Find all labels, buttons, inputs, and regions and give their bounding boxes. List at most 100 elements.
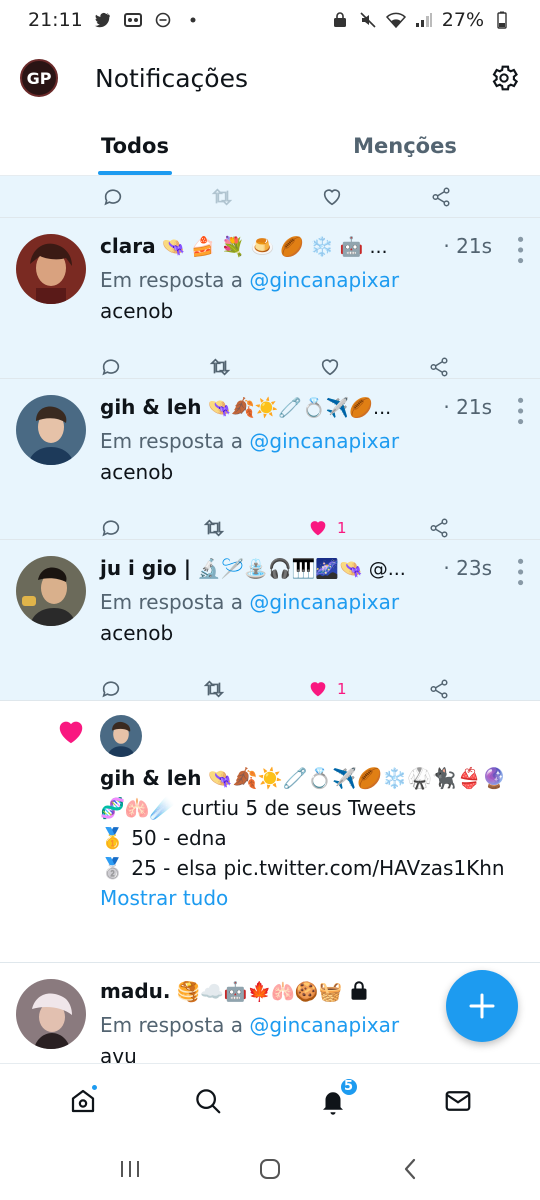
reply-context: Em resposta a @gincanapixar xyxy=(100,264,520,296)
reply-icon xyxy=(104,188,122,205)
like-button[interactable]: 1 xyxy=(307,517,347,539)
search-icon xyxy=(195,1088,220,1113)
share-button[interactable] xyxy=(428,517,450,539)
reply-handle-link[interactable]: @gincanapixar xyxy=(249,268,399,292)
plus-icon xyxy=(469,993,495,1019)
liked-tweet-line: 🥇 50 - edna xyxy=(100,826,227,850)
bird-notification-icon xyxy=(93,10,113,30)
status-bar: 21:11 27% xyxy=(0,0,540,40)
recent-apps-button[interactable] xyxy=(110,1149,150,1189)
reply-handle-link[interactable]: @gincanapixar xyxy=(249,1013,399,1037)
retweet-icon xyxy=(212,187,233,206)
reply-icon xyxy=(102,520,120,537)
reply-button[interactable] xyxy=(100,356,122,378)
more-notifications-dot-icon xyxy=(183,10,203,30)
system-navigation-bar xyxy=(0,1137,540,1200)
tweet-item[interactable]: ju i gio | 🔬🪡⛲🎧🎹🌌👒 @... · 23s ••• Em res… xyxy=(0,540,540,701)
notification-tabs: Todos Menções xyxy=(0,116,540,176)
user-avatar[interactable] xyxy=(16,556,86,626)
tweet-text: acenob xyxy=(100,460,174,484)
reply-context: Em resposta a @gincanapixar xyxy=(100,586,520,618)
retweet-button[interactable] xyxy=(203,517,225,539)
wifi-icon xyxy=(385,10,406,30)
profile-avatar[interactable]: GP xyxy=(20,59,58,97)
reply-prefix: Em resposta a xyxy=(100,268,244,292)
retweet-icon xyxy=(204,680,225,698)
reply-icon xyxy=(102,681,120,698)
reply-prefix: Em resposta a xyxy=(100,590,244,614)
more-options-icon[interactable]: ••• xyxy=(509,556,530,588)
user-avatar[interactable] xyxy=(16,979,86,1049)
retweet-button[interactable] xyxy=(203,678,225,700)
user-name[interactable]: gih & leh xyxy=(100,395,201,419)
like-count: 1 xyxy=(336,680,347,698)
home-square-icon xyxy=(260,1158,280,1179)
heart-filled-icon xyxy=(310,521,326,536)
like-button[interactable] xyxy=(321,186,343,208)
reply-button[interactable] xyxy=(100,517,122,539)
notification-action-text: curtiu 5 de seus Tweets xyxy=(181,796,417,820)
do-not-disturb-icon xyxy=(153,10,173,30)
tweet-actions xyxy=(102,181,452,213)
more-options-icon[interactable]: ••• xyxy=(509,395,530,427)
signal-icon xyxy=(414,10,434,30)
reply-handle-link[interactable]: @gincanapixar xyxy=(249,429,399,453)
user-name-emoji: 🥞☁️🤖🍁🫁🍪🧺 xyxy=(176,980,343,1003)
nav-home[interactable] xyxy=(63,1081,103,1121)
user-name[interactable]: clara xyxy=(100,234,156,258)
tweet-time: · 21s xyxy=(443,395,492,419)
nav-search[interactable] xyxy=(188,1081,228,1121)
tab-todos[interactable]: Todos xyxy=(0,116,270,175)
show-all-link[interactable]: Mostrar tudo xyxy=(100,883,524,913)
back-button[interactable] xyxy=(390,1149,430,1189)
like-button[interactable]: 1 xyxy=(307,678,347,700)
settings-gear-icon[interactable] xyxy=(488,62,520,94)
tweet-time: · 23s xyxy=(443,556,492,580)
notification-feed[interactable]: clara 👒 🍰 💐 🍮 🏉 ❄️ 🤖 ... · 21s ••• Em re… xyxy=(0,176,540,1063)
share-icon xyxy=(430,679,448,699)
share-icon xyxy=(430,357,448,377)
share-button[interactable] xyxy=(428,356,450,378)
user-name[interactable]: ju i gio | xyxy=(100,556,191,580)
heart-icon xyxy=(321,359,338,376)
tweet-item[interactable]: gih & leh 👒🍂☀️🧷💍✈️🏉... · 21s ••• Em resp… xyxy=(0,379,540,540)
tab-mencoes[interactable]: Menções xyxy=(270,116,540,175)
lock-screen-icon xyxy=(330,10,350,30)
status-time: 21:11 xyxy=(28,9,83,31)
reply-button[interactable] xyxy=(102,186,124,208)
mute-icon xyxy=(358,10,378,30)
heart-filled-icon xyxy=(310,682,326,697)
reply-handle-link[interactable]: @gincanapixar xyxy=(249,590,399,614)
recent-apps-icon xyxy=(121,1160,139,1177)
reply-prefix: Em resposta a xyxy=(100,429,244,453)
more-options-icon[interactable]: ••• xyxy=(509,234,530,266)
user-avatar[interactable] xyxy=(100,715,142,757)
retweet-button[interactable] xyxy=(211,186,233,208)
voicemail-icon xyxy=(123,10,143,30)
like-notification[interactable]: gih & leh 👒🍂☀️🧷💍✈️🏉❄️🥋🐈‍⬛👙🔮🧬🫁☄️ curtiu 5… xyxy=(0,701,540,963)
compose-tweet-button[interactable] xyxy=(446,970,518,1042)
user-name[interactable]: gih & leh xyxy=(100,766,201,790)
retweet-button[interactable] xyxy=(209,356,231,378)
share-button[interactable] xyxy=(430,186,452,208)
user-name-emoji: 👒 🍰 💐 🍮 🏉 ❄️ 🤖 ... xyxy=(161,235,388,258)
home-unread-dot xyxy=(89,1082,99,1092)
battery-percent: 27% xyxy=(441,9,484,31)
nav-messages[interactable] xyxy=(438,1081,478,1121)
notifications-badge: 5 xyxy=(338,1076,359,1097)
user-avatar[interactable] xyxy=(16,234,86,304)
heart-filled-icon xyxy=(59,721,83,744)
previous-tweet-actions xyxy=(0,176,540,218)
like-button[interactable] xyxy=(319,356,341,378)
home-system-button[interactable] xyxy=(250,1149,290,1189)
reply-icon xyxy=(102,359,120,376)
nav-notifications[interactable]: 5 xyxy=(313,1076,359,1121)
reply-button[interactable] xyxy=(100,678,122,700)
retweet-icon xyxy=(210,358,231,376)
share-button[interactable] xyxy=(428,678,450,700)
user-avatar[interactable] xyxy=(16,395,86,465)
user-name[interactable]: madu. xyxy=(100,979,171,1003)
reply-context: Em resposta a @gincanapixar xyxy=(100,425,520,457)
tweet-item[interactable]: clara 👒 🍰 💐 🍮 🏉 ❄️ 🤖 ... · 21s ••• Em re… xyxy=(0,218,540,379)
reply-prefix: Em resposta a xyxy=(100,1013,244,1037)
